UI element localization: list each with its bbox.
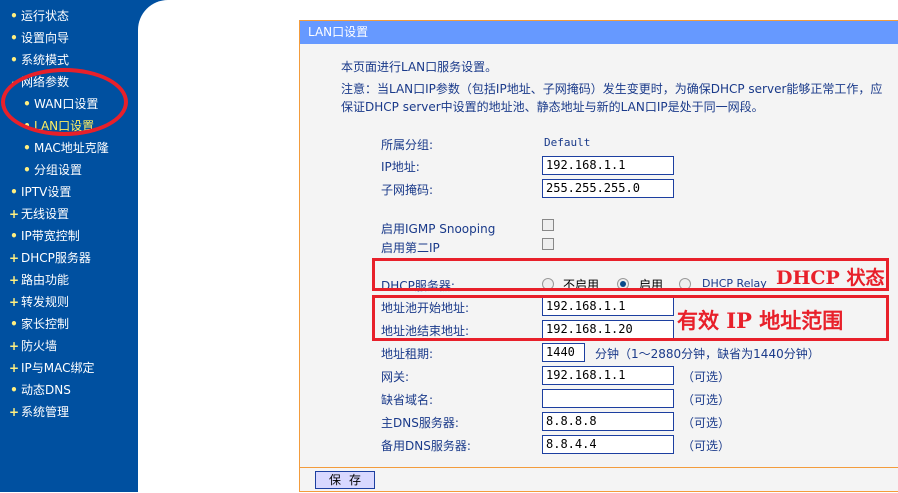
- sidebar-item[interactable]: + IP与MAC绑定: [0, 358, 95, 378]
- sidebar-item[interactable]: • WAN口设置: [0, 94, 98, 114]
- optional-hint: （可选）: [682, 370, 731, 384]
- bullet-icon: •: [10, 185, 18, 199]
- group-label: 所属分组:: [381, 138, 434, 152]
- sidebar-item[interactable]: + 无线设置: [0, 204, 69, 224]
- sidebar-item[interactable]: • IPTV设置: [0, 182, 71, 202]
- optional-hint: （可选）: [682, 416, 731, 430]
- sidebar-item-label: IPTV设置: [21, 185, 72, 199]
- sidebar-item-label: 路由功能: [21, 273, 70, 287]
- bullet-icon: •: [23, 97, 31, 111]
- dns2-input[interactable]: 8.8.4.4: [542, 435, 674, 454]
- sidebar-item[interactable]: • 家长控制: [0, 314, 69, 334]
- sidebar-item[interactable]: + 系统管理: [0, 402, 69, 422]
- dns2-label: 备用DNS服务器:: [381, 439, 471, 453]
- expand-icon: +: [8, 273, 20, 287]
- sidebar-item[interactable]: • 分组设置: [0, 160, 82, 180]
- domain-label: 缺省域名:: [381, 393, 434, 407]
- bullet-icon: •: [23, 163, 31, 177]
- sidebar-item-label: 网络参数: [21, 75, 70, 89]
- dns1-input[interactable]: 8.8.8.8: [542, 412, 674, 431]
- sidebar-item[interactable]: + 防火墙: [0, 336, 57, 356]
- sidebar-item-label: DHCP服务器: [21, 251, 91, 265]
- expand-icon: +: [8, 251, 20, 265]
- bullet-icon: •: [23, 119, 31, 133]
- sidebar-item-label: WAN口设置: [34, 97, 99, 111]
- sidebar-item[interactable]: • MAC地址克隆: [0, 138, 109, 158]
- sidebar-item-label: 防火墙: [21, 339, 58, 353]
- dns1-label: 主DNS服务器:: [381, 416, 459, 430]
- bullet-icon: •: [10, 31, 18, 45]
- subnet-mask-input[interactable]: 255.255.255.0: [542, 179, 674, 198]
- ip-label: IP地址:: [381, 160, 420, 174]
- optional-hint: （可选）: [682, 439, 731, 453]
- sidebar-item[interactable]: + DHCP服务器: [0, 248, 91, 268]
- save-button[interactable]: 保存: [315, 471, 375, 489]
- lan-settings-panel: LAN口设置 本页面进行LAN口服务设置。 注意：当LAN口IP参数（包括IP地…: [299, 20, 898, 492]
- sidebar-item-label: 运行状态: [21, 9, 70, 23]
- bullet-icon: •: [10, 317, 18, 331]
- sidebar: • 运行状态 • 设置向导 • 系统模式 - 网络参数 • WAN口设置 • LAN口设置 • MAC地址…: [0, 0, 138, 492]
- second-ip-checkbox[interactable]: [542, 238, 554, 250]
- expand-icon: +: [8, 405, 20, 419]
- note-line-1: 注意：当LAN口IP参数（包括IP地址、子网掩码）发生变更时，为确保DHCP s…: [341, 82, 883, 96]
- sidebar-item-label: 动态DNS: [21, 383, 71, 397]
- sidebar-item[interactable]: + 转发规则: [0, 292, 69, 312]
- sidebar-item-label: 家长控制: [21, 317, 70, 331]
- sidebar-item-label: 系统管理: [21, 405, 70, 419]
- sidebar-item-label: 设置向导: [21, 31, 70, 45]
- sidebar-item[interactable]: • IP带宽控制: [0, 226, 80, 246]
- sidebar-item[interactable]: • 系统模式: [0, 50, 69, 70]
- annotation-dhcp-state: DHCP 状态: [776, 267, 885, 289]
- sidebar-item[interactable]: • 设置向导: [0, 28, 69, 48]
- second-ip-label: 启用第二IP: [381, 241, 440, 255]
- sidebar-item-label: 转发规则: [21, 295, 70, 309]
- sidebar-item-label: MAC地址克隆: [34, 141, 109, 155]
- bullet-icon: •: [10, 383, 18, 397]
- sidebar-item[interactable]: - 网络参数: [0, 72, 70, 92]
- sidebar-item[interactable]: • 运行状态: [0, 6, 69, 26]
- ip-address-input[interactable]: 192.168.1.1: [542, 156, 674, 175]
- sidebar-item-label: 系统模式: [21, 53, 70, 67]
- corner-decoration: [138, 0, 168, 30]
- lease-hint: 分钟（1～2880分钟，缺省为1440分钟）: [595, 347, 820, 361]
- expand-icon: +: [8, 295, 20, 309]
- expand-icon: +: [8, 339, 20, 353]
- sidebar-item-label: LAN口设置: [34, 119, 95, 133]
- subnet-mask-label: 子网掩码:: [381, 183, 434, 197]
- gateway-label: 网关:: [381, 370, 410, 384]
- intro-text: 本页面进行LAN口服务设置。: [341, 60, 498, 74]
- sidebar-item[interactable]: • 动态DNS: [0, 380, 71, 400]
- group-value: Default: [544, 136, 591, 149]
- domain-input[interactable]: [542, 389, 674, 408]
- igmp-label: 启用IGMP Snooping: [381, 222, 496, 236]
- igmp-checkbox[interactable]: [542, 219, 554, 231]
- sidebar-item[interactable]: • LAN口设置: [0, 116, 94, 136]
- sidebar-item-label: IP带宽控制: [21, 229, 80, 243]
- sidebar-item[interactable]: + 路由功能: [0, 270, 69, 290]
- gateway-input[interactable]: 192.168.1.1: [542, 366, 674, 385]
- sidebar-item-label: IP与MAC绑定: [21, 361, 95, 375]
- annotation-ip-range: 有效 IP 地址范围: [677, 308, 844, 333]
- bullet-icon: •: [10, 229, 18, 243]
- optional-hint: （可选）: [682, 393, 731, 407]
- bullet-icon: •: [10, 53, 18, 67]
- lease-label: 地址租期:: [381, 347, 434, 361]
- bullet-icon: •: [23, 141, 31, 155]
- sidebar-item-label: 分组设置: [34, 163, 83, 177]
- bullet-icon: •: [10, 9, 18, 23]
- sidebar-item-label: 无线设置: [21, 207, 70, 221]
- note-line-2: 保证DHCP server中设置的地址池、静态地址与新的LAN口IP是处于同一网…: [341, 100, 764, 114]
- lease-input[interactable]: 1440: [542, 343, 585, 362]
- expand-icon: +: [8, 207, 20, 221]
- panel-title: LAN口设置: [300, 21, 898, 44]
- panel-footer: 保存: [300, 467, 898, 493]
- collapse-icon: -: [11, 75, 17, 89]
- expand-icon: +: [8, 361, 20, 375]
